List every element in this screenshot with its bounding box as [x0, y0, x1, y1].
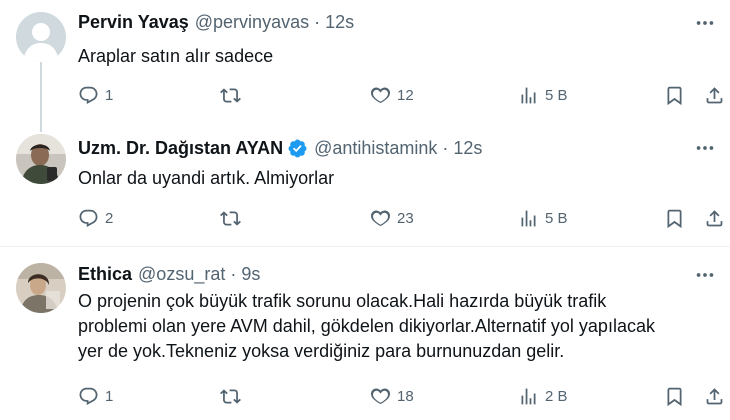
like-count: 12: [397, 86, 414, 104]
views-icon: [521, 388, 536, 404]
more-options-icon[interactable]: [694, 12, 716, 34]
verified-badge-icon: [287, 138, 308, 159]
tweet-actions: 1 18 2 B: [78, 383, 730, 409]
reply-button[interactable]: 2: [78, 205, 113, 231]
tweet-text: Onlar da uyandi artık. Almiyorlar: [78, 166, 718, 191]
display-name[interactable]: Uzm. Dr. Dağıstan AYAN: [78, 137, 283, 159]
retweet-button[interactable]: [220, 82, 247, 108]
tweet-text: Araplar satın alır sadece: [78, 44, 718, 69]
retweet-icon: [220, 87, 241, 103]
views-button[interactable]: 2 B: [518, 383, 568, 409]
bookmark-button[interactable]: [664, 205, 685, 231]
tweet-header: Ethica @ozsu_rat · 9s: [78, 263, 260, 285]
views-count: 5 B: [545, 86, 568, 104]
avatar[interactable]: [16, 134, 66, 184]
tweet-text: O projenin çok büyük trafik sorunu olaca…: [78, 289, 718, 364]
display-name[interactable]: Ethica: [78, 263, 132, 285]
timestamp[interactable]: 12s: [325, 11, 354, 33]
avatar[interactable]: [16, 263, 66, 313]
views-button[interactable]: 5 B: [518, 205, 568, 231]
views-button[interactable]: 5 B: [518, 82, 568, 108]
like-button[interactable]: 18: [370, 383, 414, 409]
views-icon: [521, 87, 536, 103]
bookmark-icon: [667, 387, 682, 406]
share-button[interactable]: [704, 205, 725, 231]
tweet-header: Pervin Yavaş @pervinyavas · 12s: [78, 11, 354, 33]
user-handle[interactable]: @pervinyavas: [195, 11, 309, 33]
like-count: 18: [397, 387, 414, 405]
reply-icon: [79, 387, 98, 405]
reply-button[interactable]: 1: [78, 82, 113, 108]
user-handle[interactable]: @antihistamink: [314, 137, 437, 159]
separator-dot: ·: [230, 264, 237, 284]
user-handle[interactable]: @ozsu_rat: [138, 263, 225, 285]
bookmark-button[interactable]: [664, 383, 685, 409]
separator-dot: ·: [442, 138, 449, 158]
tweet[interactable]: Pervin Yavaş @pervinyavas · 12s Araplar …: [0, 0, 730, 125]
heart-icon: [370, 387, 391, 404]
retweet-icon: [220, 388, 241, 404]
like-button[interactable]: 23: [370, 205, 414, 231]
bookmark-button[interactable]: [664, 82, 685, 108]
tweet-actions: 1 12 5 B: [78, 82, 730, 108]
more-options-icon[interactable]: [694, 264, 716, 286]
reply-count: 1: [105, 86, 114, 104]
reply-icon: [79, 209, 98, 227]
reply-icon: [79, 86, 98, 104]
tweet-actions: 2 23 5 B: [78, 205, 730, 231]
tweet-text-line: problemi olan yere AVM dahil, gökdelen d…: [78, 316, 655, 336]
more-options-icon[interactable]: [694, 137, 716, 159]
share-button[interactable]: [704, 82, 725, 108]
retweet-button[interactable]: [220, 205, 247, 231]
tweet-text-line: yer de yok.Tekneniz yoksa verdiğiniz par…: [78, 341, 565, 361]
reply-button[interactable]: 1: [78, 383, 113, 409]
tweet-text-line: O projenin çok büyük trafik sorunu olaca…: [78, 291, 607, 311]
retweet-icon: [220, 210, 241, 226]
tweet-text-line: Onlar da uyandi artık. Almiyorlar: [78, 168, 335, 188]
retweet-button[interactable]: [220, 383, 247, 409]
views-icon: [521, 210, 536, 226]
share-icon: [706, 387, 723, 404]
like-count: 23: [397, 209, 414, 227]
bookmark-icon: [667, 209, 682, 228]
share-icon: [706, 209, 723, 226]
avatar[interactable]: [16, 12, 66, 62]
display-name[interactable]: Pervin Yavaş: [78, 11, 189, 33]
heart-icon: [370, 209, 391, 226]
separator-dot: ·: [314, 12, 321, 32]
bookmark-icon: [667, 86, 682, 105]
share-icon: [706, 86, 723, 103]
timestamp[interactable]: 12s: [453, 137, 482, 159]
tweet-text-line: Araplar satın alır sadece: [78, 46, 274, 66]
like-button[interactable]: 12: [370, 82, 414, 108]
heart-icon: [370, 86, 391, 103]
reply-count: 1: [105, 387, 114, 405]
reply-count: 2: [105, 209, 114, 227]
views-count: 2 B: [545, 387, 568, 405]
tweet[interactable]: Ethica @ozsu_rat · 9s O projenin çok büy…: [0, 247, 730, 420]
tweet-header: Uzm. Dr. Dağıstan AYAN @antihistamink · …: [78, 137, 482, 159]
tweet[interactable]: Uzm. Dr. Dağıstan AYAN @antihistamink · …: [0, 125, 730, 246]
timestamp[interactable]: 9s: [241, 263, 260, 285]
views-count: 5 B: [545, 209, 568, 227]
share-button[interactable]: [704, 383, 725, 409]
